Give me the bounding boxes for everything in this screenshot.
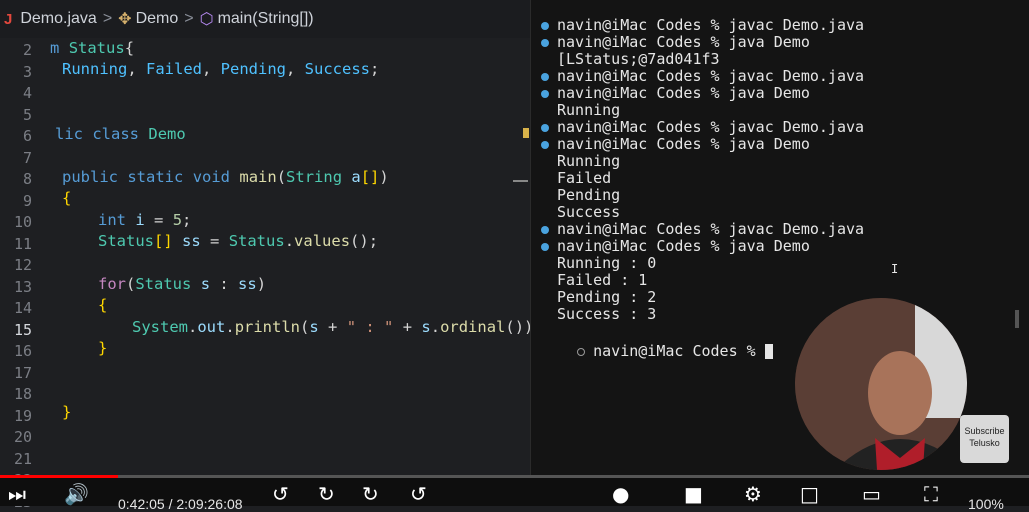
terminal-scrollbar[interactable] xyxy=(1015,310,1019,328)
line-number: 13 xyxy=(13,277,32,296)
line-number: 2 xyxy=(22,41,32,59)
rewind-icon[interactable]: ↺ xyxy=(272,482,289,506)
prompt-status-icon xyxy=(541,225,549,234)
terminal-output-line: Success : 3 xyxy=(557,305,657,323)
mouse-cursor-icon: I xyxy=(891,262,899,276)
terminal-command-line: navin@iMac Codes % java Demo xyxy=(541,135,810,153)
code-line[interactable]: for(Status s : ss) xyxy=(98,275,266,293)
video-time: 0:42:05 / 2:09:26:08 xyxy=(118,496,243,512)
breadcrumb-file[interactable]: Demo.java xyxy=(20,10,96,28)
code-line[interactable]: m Status{ xyxy=(50,39,134,57)
subtitles-icon[interactable]: ■ xyxy=(684,482,703,506)
line-number: 12 xyxy=(13,256,32,274)
terminal-output-line: Success xyxy=(557,203,621,221)
speed-icon[interactable]: ↺ xyxy=(410,482,427,506)
code-line[interactable]: Running, Failed, Pending, Success; xyxy=(62,60,379,78)
terminal-command-line: navin@iMac Codes % javac Demo.java xyxy=(541,16,864,34)
line-number: 19 xyxy=(13,406,32,425)
prompt-status-icon xyxy=(541,242,549,251)
line-number: 15 xyxy=(13,320,32,339)
prompt-status-icon xyxy=(541,89,549,98)
line-number: 10 xyxy=(13,213,32,231)
terminal-output-line: Failed xyxy=(557,169,612,187)
code-line[interactable]: } xyxy=(98,339,107,357)
terminal-command-line: navin@iMac Codes % java Demo xyxy=(541,84,810,102)
terminal-output-line: Running xyxy=(557,152,621,170)
line-number: 7 xyxy=(22,148,32,167)
editor-scroll-marker xyxy=(513,180,528,182)
code-line[interactable]: System.out.println(s + " : " + s.ordinal… xyxy=(132,318,543,336)
terminal-command-line: navin@iMac Codes % javac Demo.java xyxy=(541,118,864,136)
terminal-output-line: Pending xyxy=(557,186,621,204)
line-number: 18 xyxy=(13,385,32,403)
line-number: 4 xyxy=(22,84,32,102)
next-icon[interactable]: ⏭ xyxy=(8,482,26,506)
terminal-output-line: [LStatus;@7ad041f3 xyxy=(557,50,720,68)
method-icon: ⬡ xyxy=(199,11,214,28)
code-editor[interactable]: 234567891011121314151617181920212223 m S… xyxy=(0,38,543,511)
line-number: 6 xyxy=(22,127,32,145)
theater-mode-icon[interactable]: ▭ xyxy=(862,482,881,506)
line-number: 5 xyxy=(22,105,32,124)
subscribe-button[interactable]: Subscribe Telusko xyxy=(960,415,1009,463)
prompt-status-icon xyxy=(541,38,549,47)
line-number: 17 xyxy=(13,363,32,382)
line-number: 3 xyxy=(22,62,32,81)
line-number: 21 xyxy=(13,449,32,468)
line-number: 8 xyxy=(22,170,32,188)
miniplayer-icon[interactable]: □ xyxy=(800,482,819,506)
line-number: 11 xyxy=(13,234,32,253)
breadcrumb-separator: > xyxy=(184,10,194,27)
code-line[interactable]: lic class Demo xyxy=(55,125,186,143)
code-line[interactable]: Status[] ss = Status.values(); xyxy=(98,232,378,250)
terminal-command-line: navin@iMac Codes % javac Demo.java xyxy=(541,67,864,85)
breadcrumb-class[interactable]: Demo xyxy=(136,10,179,28)
volume-icon[interactable]: 🔊 xyxy=(64,482,89,506)
terminal-output-line: Failed : 1 xyxy=(557,271,648,289)
prompt-status-icon xyxy=(541,21,549,30)
line-number: 16 xyxy=(13,342,32,360)
presenter-webcam xyxy=(795,298,967,470)
settings-gear-icon[interactable]: ⚙ xyxy=(744,482,762,506)
prompt-status-icon xyxy=(577,347,586,356)
zoom-level: 100% xyxy=(968,496,1004,512)
prompt-status-icon xyxy=(541,123,549,132)
code-line[interactable]: } xyxy=(62,403,71,421)
fullscreen-icon[interactable]: ⛶ xyxy=(924,482,938,506)
breadcrumb-method[interactable]: main(String[]) xyxy=(218,10,314,28)
code-line[interactable]: { xyxy=(98,296,107,314)
prompt-status-icon xyxy=(541,140,549,149)
editor-warning-marker xyxy=(523,128,529,138)
terminal-command-line: navin@iMac Codes % java Demo xyxy=(541,33,810,51)
terminal-active-prompt[interactable]: navin@iMac Codes % xyxy=(541,324,773,378)
java-file-icon: J xyxy=(4,10,13,28)
breadcrumb-separator: > xyxy=(102,10,113,27)
forward-15-icon[interactable]: ↻ xyxy=(362,482,379,506)
code-line[interactable]: int i = 5; xyxy=(98,211,191,229)
back-15-icon[interactable]: ↻ xyxy=(318,482,335,506)
autoplay-toggle-icon[interactable]: ● xyxy=(612,482,629,506)
class-icon: ✥ xyxy=(118,11,132,28)
terminal-output-line: Running : 0 xyxy=(557,254,657,272)
text-cursor xyxy=(764,344,773,359)
line-number: 9 xyxy=(22,191,32,210)
code-line[interactable]: { xyxy=(62,189,71,207)
terminal-command-line: navin@iMac Codes % javac Demo.java xyxy=(541,220,864,238)
code-line[interactable]: public static void main(String a[]) xyxy=(62,168,389,186)
breadcrumb: J Demo.java > ✥ Demo > ⬡ main(String[]) xyxy=(0,0,530,38)
terminal-output-line: Running xyxy=(557,101,621,119)
prompt-status-icon xyxy=(541,72,549,81)
line-number: 20 xyxy=(13,428,32,446)
terminal-output-line: Pending : 2 xyxy=(557,288,657,306)
line-number: 14 xyxy=(13,299,32,317)
terminal-command-line: navin@iMac Codes % java Demo xyxy=(541,237,810,255)
